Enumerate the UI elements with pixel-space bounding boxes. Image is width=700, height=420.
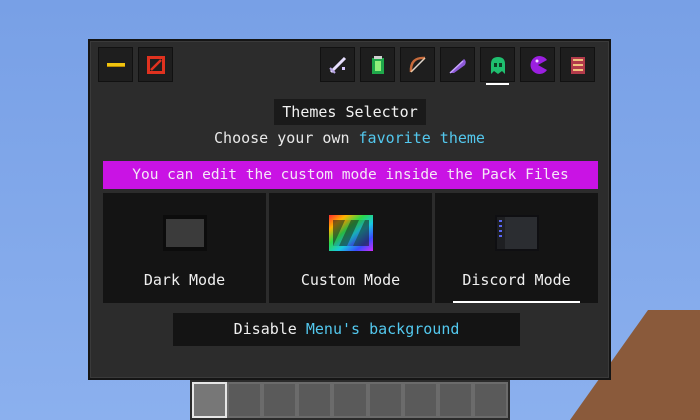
ghost-icon xyxy=(490,56,505,74)
disable-prefix: Disable xyxy=(233,320,297,338)
hotbar xyxy=(190,380,510,420)
hotbar-slot[interactable] xyxy=(227,382,263,418)
cancel-icon xyxy=(146,55,165,74)
tab-feather[interactable] xyxy=(440,47,475,82)
disable-menu-background-button[interactable]: Disable Menu's background xyxy=(173,313,520,346)
hotbar-slot[interactable] xyxy=(192,382,228,418)
custom-mode-notice: You can edit the custom mode inside the … xyxy=(103,161,598,189)
theme-modes: Dark Mode Custom Mode Discord Mode xyxy=(103,193,598,303)
themes-panel: Themes Selector Choose your own favorite… xyxy=(88,39,611,380)
minimize-button[interactable] xyxy=(98,47,133,82)
subtitle-prefix: Choose your own xyxy=(214,129,350,147)
sword-icon xyxy=(328,56,346,74)
mode-label: Custom Mode xyxy=(300,271,401,289)
tab-pacman[interactable] xyxy=(520,47,555,82)
subtitle: Choose your own favorite theme xyxy=(90,129,609,147)
dark-mode-option[interactable]: Dark Mode xyxy=(103,193,266,303)
discord-theme-preview-icon xyxy=(494,215,539,251)
rainbow-theme-preview-icon xyxy=(328,215,373,251)
tab-book[interactable] xyxy=(560,47,595,82)
selected-mode-indicator xyxy=(453,301,580,303)
hotbar-slot[interactable] xyxy=(297,382,333,418)
tab-sword[interactable] xyxy=(320,47,355,82)
hotbar-slot[interactable] xyxy=(367,382,403,418)
bow-icon xyxy=(409,56,426,73)
hotbar-slot[interactable] xyxy=(332,382,368,418)
disable-highlight: Menu's background xyxy=(305,320,460,338)
minus-icon xyxy=(106,62,125,67)
book-icon xyxy=(570,56,585,74)
mode-label: Discord Mode xyxy=(462,271,571,289)
pacman-icon xyxy=(530,55,547,74)
tab-ghost[interactable] xyxy=(480,47,515,85)
tab-potion[interactable] xyxy=(360,47,395,82)
mode-label: Dark Mode xyxy=(143,271,226,289)
tab-bow[interactable] xyxy=(400,47,435,82)
hotbar-slot[interactable] xyxy=(437,382,473,418)
hotbar-slot[interactable] xyxy=(472,382,508,418)
toolbar xyxy=(96,47,603,85)
subtitle-highlight: favorite theme xyxy=(358,129,485,147)
custom-mode-option[interactable]: Custom Mode xyxy=(269,193,432,303)
active-tab-indicator xyxy=(486,83,509,85)
hotbar-slot[interactable] xyxy=(262,382,298,418)
discord-mode-option[interactable]: Discord Mode xyxy=(435,193,598,303)
feather-icon xyxy=(448,58,466,74)
dark-theme-preview-icon xyxy=(162,215,207,251)
page-title: Themes Selector xyxy=(274,99,426,125)
close-button[interactable] xyxy=(138,47,173,82)
potion-icon xyxy=(371,55,384,74)
hotbar-slot[interactable] xyxy=(402,382,438,418)
